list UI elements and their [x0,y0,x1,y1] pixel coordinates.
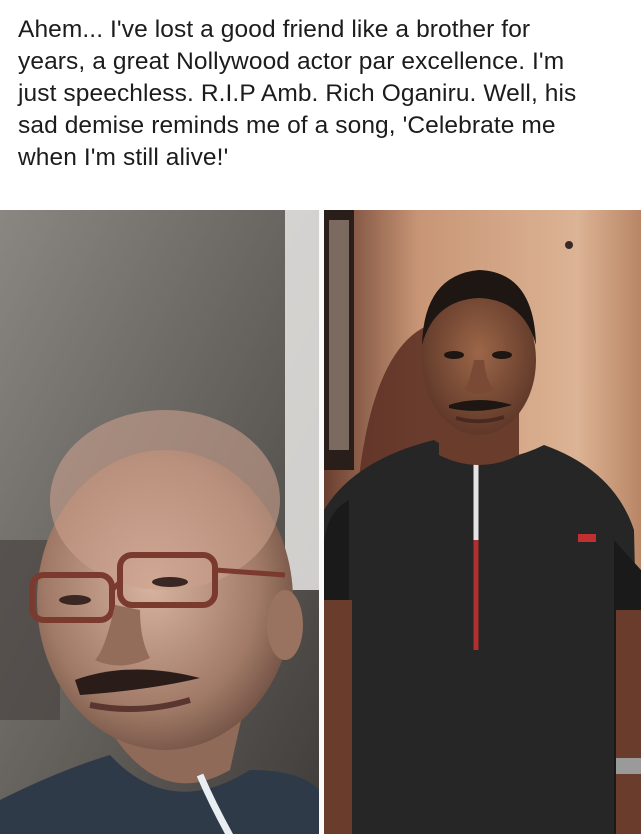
photo-gallery [0,210,641,834]
caption-line: Ahem... I've lost a good friend like a b… [18,16,531,43]
caption-line: sad demise reminds me of a song, 'Celebr… [18,112,556,139]
photo-right[interactable] [324,210,641,834]
portrait-image [324,210,641,834]
photo-left[interactable] [0,210,319,834]
caption-line: when I'm still alive!' [18,144,229,171]
selfie-image [0,210,319,834]
caption-line: just speechless. R.I.P Amb. Rich Oganiru… [18,80,577,107]
post-caption: Ahem... I've lost a good friend like a b… [18,14,628,174]
caption-line: years, a great Nollywood actor par excel… [18,48,565,75]
